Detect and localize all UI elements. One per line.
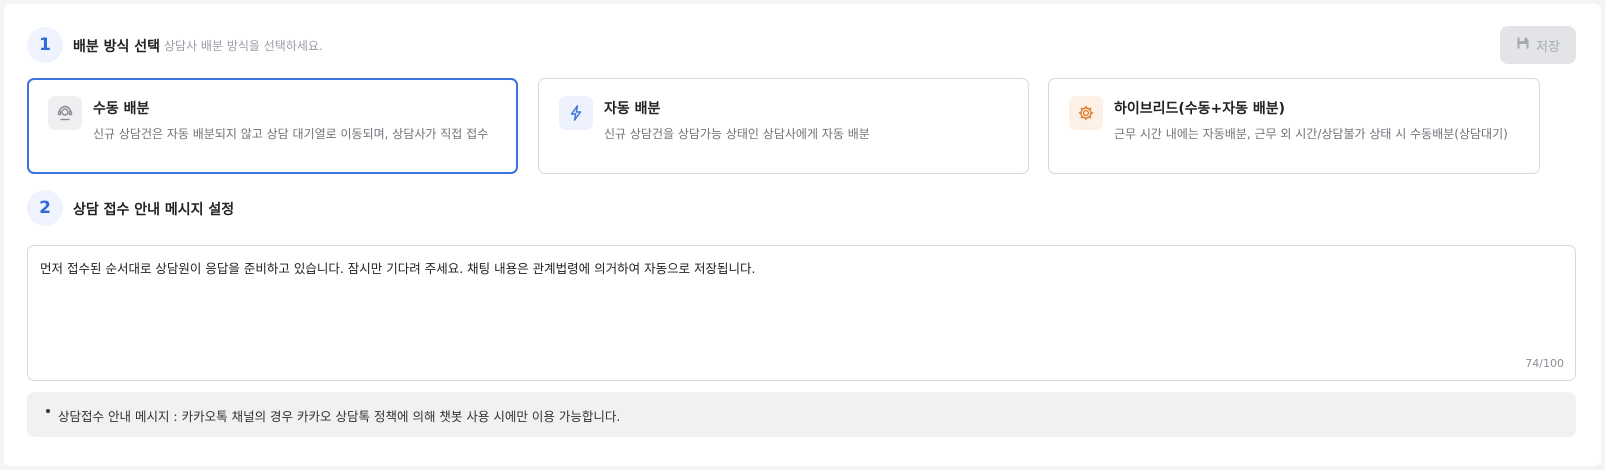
reception-message-textarea[interactable]: 먼저 접수된 순서대로 상담원이 응답을 준비하고 있습니다. 잠시만 기다려 … [27, 245, 1576, 381]
lightning-icon [559, 96, 593, 130]
character-counter: 74/100 [1525, 357, 1564, 370]
section-description-distribution: 상담사 배분 방식을 선택하세요. [164, 39, 323, 53]
option-card-manual[interactable]: 수동 배분 신규 상담건은 자동 배분되지 않고 상담 대기열로 이동되며, 상… [27, 78, 518, 174]
save-button[interactable]: 저장 [1500, 26, 1576, 64]
save-icon [1516, 36, 1530, 54]
save-button-label: 저장 [1536, 39, 1560, 55]
notice-box: 상담접수 안내 메시지 : 카카오톡 채널의 경우 카카오 상담톡 정책에 의해… [27, 392, 1576, 437]
option-title-hybrid: 하이브리드(수동+자동 배분) [1114, 101, 1286, 117]
bullet-icon [46, 409, 50, 413]
notice-text: 상담접수 안내 메시지 : 카카오톡 채널의 경우 카카오 상담톡 정책에 의해… [58, 409, 621, 424]
option-card-hybrid[interactable]: 하이브리드(수동+자동 배분) 근무 시간 내에는 자동배분, 근무 외 시간/… [1048, 78, 1540, 174]
option-title-manual: 수동 배분 [93, 101, 150, 117]
option-description-hybrid: 근무 시간 내에는 자동배분, 근무 외 시간/상담불가 상태 시 수동배분(상… [1114, 127, 1508, 141]
option-card-auto[interactable]: 자동 배분 신규 상담건을 상담가능 상태인 상담사에게 자동 배분 [538, 78, 1029, 174]
step-badge-2: 2 [27, 190, 63, 226]
distribution-settings-panel: 1 배분 방식 선택 상담사 배분 방식을 선택하세요. 저장 수동 배분 신규… [4, 4, 1601, 466]
option-description-auto: 신규 상담건을 상담가능 상태인 상담사에게 자동 배분 [604, 127, 870, 141]
section-title-distribution: 배분 방식 선택 [73, 39, 161, 55]
option-title-auto: 자동 배분 [604, 101, 661, 117]
agent-headset-icon [48, 96, 82, 130]
option-description-manual: 신규 상담건은 자동 배분되지 않고 상담 대기열로 이동되며, 상담사가 직접… [93, 127, 489, 141]
reception-message-value: 먼저 접수된 순서대로 상담원이 응답을 준비하고 있습니다. 잠시만 기다려 … [40, 261, 756, 276]
gear-icon [1069, 96, 1103, 130]
section-title-message: 상담 접수 안내 메시지 설정 [73, 202, 235, 218]
step-badge-1: 1 [27, 27, 63, 63]
